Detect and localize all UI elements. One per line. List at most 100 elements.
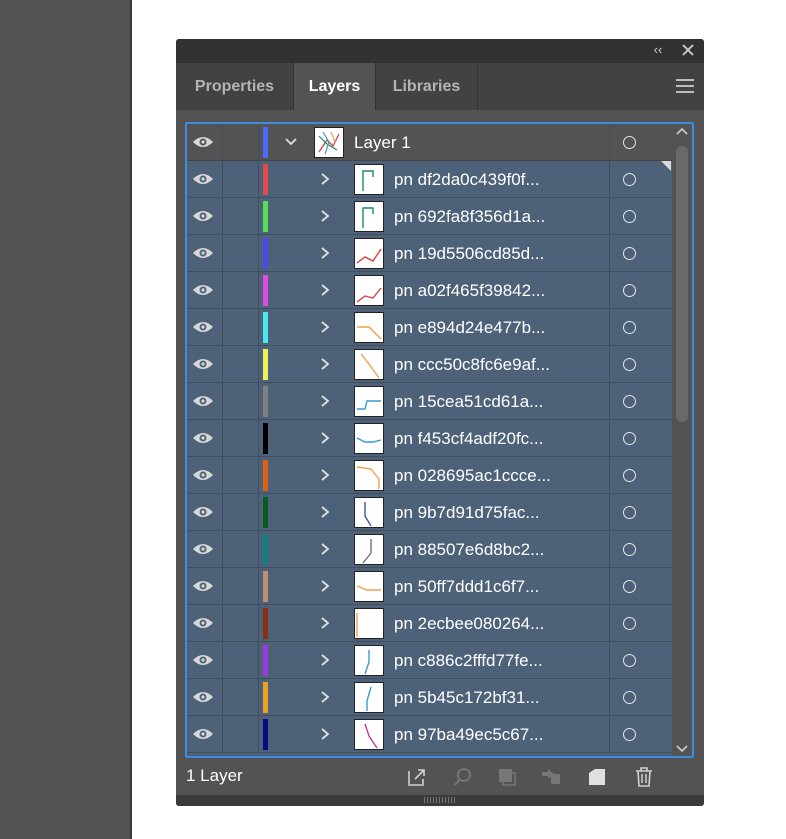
layer-name[interactable]: pn 97ba49ec5c67... (394, 716, 543, 753)
layer-name[interactable]: pn 50ff7ddd1c6f7... (394, 568, 539, 605)
layer-name[interactable]: pn 028695ac1ccce... (394, 457, 551, 494)
chevron-down-icon[interactable] (283, 134, 299, 150)
layer-name[interactable]: pn a02f465f39842... (394, 272, 545, 309)
search-icon[interactable] (452, 766, 474, 788)
scroll-down-arrow-icon[interactable] (676, 744, 688, 754)
panel-titlebar[interactable]: ‹‹ (176, 39, 704, 63)
layer-row[interactable]: pn ccc50c8fc6e9af... (187, 346, 673, 383)
panel-menu-icon[interactable] (676, 79, 694, 93)
trash-icon[interactable] (633, 766, 655, 788)
eye-icon[interactable] (191, 652, 215, 668)
target-circle-icon[interactable] (623, 654, 636, 667)
eye-icon[interactable] (191, 541, 215, 557)
layer-row[interactable]: pn f453cf4adf20fc... (187, 420, 673, 457)
target-circle-icon[interactable] (623, 617, 636, 630)
chevron-right-icon[interactable] (318, 430, 332, 446)
resize-grip[interactable] (176, 795, 704, 806)
layer-name[interactable]: pn 9b7d91d75fac... (394, 494, 540, 531)
target-circle-icon[interactable] (623, 247, 636, 260)
target-circle-icon[interactable] (623, 173, 636, 186)
target-circle-icon[interactable] (623, 136, 636, 149)
eye-icon[interactable] (191, 245, 215, 261)
eye-icon[interactable] (191, 615, 215, 631)
target-circle-icon[interactable] (623, 728, 636, 741)
layer-row[interactable]: pn 2ecbee080264... (187, 605, 673, 642)
eye-icon[interactable] (191, 282, 215, 298)
collapse-icon[interactable]: ‹‹ (650, 42, 666, 58)
layer-row[interactable]: pn 5b45c172bf31... (187, 679, 673, 716)
target-circle-icon[interactable] (623, 210, 636, 223)
layer-name[interactable]: pn 692fa8f356d1a... (394, 198, 545, 235)
target-circle-icon[interactable] (623, 691, 636, 704)
eye-icon[interactable] (191, 430, 215, 446)
tab-properties[interactable]: Properties (176, 63, 294, 110)
chevron-right-icon[interactable] (318, 504, 332, 520)
export-icon[interactable] (406, 766, 428, 788)
layer-row[interactable]: pn 50ff7ddd1c6f7... (187, 568, 673, 605)
layer-name[interactable]: pn 88507e6d8bc2... (394, 531, 544, 568)
eye-icon[interactable] (191, 726, 215, 742)
chevron-right-icon[interactable] (318, 652, 332, 668)
layer-row[interactable]: pn 692fa8f356d1a... (187, 198, 673, 235)
scroll-up-arrow-icon[interactable] (676, 126, 688, 136)
scrollbar[interactable] (672, 124, 692, 756)
chevron-right-icon[interactable] (318, 319, 332, 335)
layer-row[interactable]: pn 97ba49ec5c67... (187, 716, 673, 753)
target-circle-icon[interactable] (623, 284, 636, 297)
eye-icon[interactable] (191, 578, 215, 594)
eye-icon[interactable] (191, 134, 215, 150)
layer-row-top[interactable]: Layer 1 (187, 124, 673, 161)
chevron-right-icon[interactable] (318, 615, 332, 631)
eye-icon[interactable] (191, 356, 215, 372)
layer-row[interactable]: pn df2da0c439f0f... (187, 161, 673, 198)
chevron-right-icon[interactable] (318, 393, 332, 409)
layer-row[interactable]: pn 15cea51cd61a... (187, 383, 673, 420)
clipping-mask-icon[interactable] (496, 766, 518, 788)
layer-row[interactable]: pn 88507e6d8bc2... (187, 531, 673, 568)
chevron-right-icon[interactable] (318, 467, 332, 483)
chevron-right-icon[interactable] (318, 689, 332, 705)
chevron-right-icon[interactable] (318, 356, 332, 372)
layer-name[interactable]: pn 19d5506cd85d... (394, 235, 544, 272)
chevron-right-icon[interactable] (318, 541, 332, 557)
target-circle-icon[interactable] (623, 358, 636, 371)
eye-icon[interactable] (191, 467, 215, 483)
layer-row[interactable]: pn a02f465f39842... (187, 272, 673, 309)
layer-row[interactable]: pn 028695ac1ccce... (187, 457, 673, 494)
eye-icon[interactable] (191, 393, 215, 409)
layer-name[interactable]: pn ccc50c8fc6e9af... (394, 346, 550, 383)
scrollbar-thumb[interactable] (676, 146, 688, 422)
target-circle-icon[interactable] (623, 321, 636, 334)
layer-name[interactable]: pn f453cf4adf20fc... (394, 420, 543, 457)
layer-name[interactable]: pn e894d24e477b... (394, 309, 545, 346)
target-circle-icon[interactable] (623, 580, 636, 593)
layer-row[interactable]: pn c886c2fffd77fe... (187, 642, 673, 679)
layer-row[interactable]: pn 19d5506cd85d... (187, 235, 673, 272)
tab-layers[interactable]: Layers (294, 63, 376, 110)
target-circle-icon[interactable] (623, 506, 636, 519)
eye-icon[interactable] (191, 208, 215, 224)
layer-name[interactable]: pn 15cea51cd61a... (394, 383, 543, 420)
target-circle-icon[interactable] (623, 432, 636, 445)
layer-name[interactable]: Layer 1 (354, 124, 411, 161)
layer-name[interactable]: pn c886c2fffd77fe... (394, 642, 543, 679)
layer-name[interactable]: pn 2ecbee080264... (394, 605, 544, 642)
layer-row[interactable]: pn e894d24e477b... (187, 309, 673, 346)
chevron-right-icon[interactable] (318, 578, 332, 594)
eye-icon[interactable] (191, 689, 215, 705)
new-sublayer-icon[interactable] (540, 766, 562, 788)
layers-list[interactable]: Layer 1 pn df2da0c439f0f... pn 692fa8f356… (185, 122, 694, 758)
target-circle-icon[interactable] (623, 395, 636, 408)
eye-icon[interactable] (191, 319, 215, 335)
chevron-right-icon[interactable] (318, 726, 332, 742)
layer-name[interactable]: pn 5b45c172bf31... (394, 679, 540, 716)
close-icon[interactable] (679, 41, 697, 59)
chevron-right-icon[interactable] (318, 245, 332, 261)
chevron-right-icon[interactable] (318, 171, 332, 187)
chevron-right-icon[interactable] (318, 208, 332, 224)
chevron-right-icon[interactable] (318, 282, 332, 298)
layer-row[interactable]: pn 9b7d91d75fac... (187, 494, 673, 531)
target-circle-icon[interactable] (623, 469, 636, 482)
tab-libraries[interactable]: Libraries (376, 63, 478, 110)
layer-name[interactable]: pn df2da0c439f0f... (394, 161, 540, 198)
